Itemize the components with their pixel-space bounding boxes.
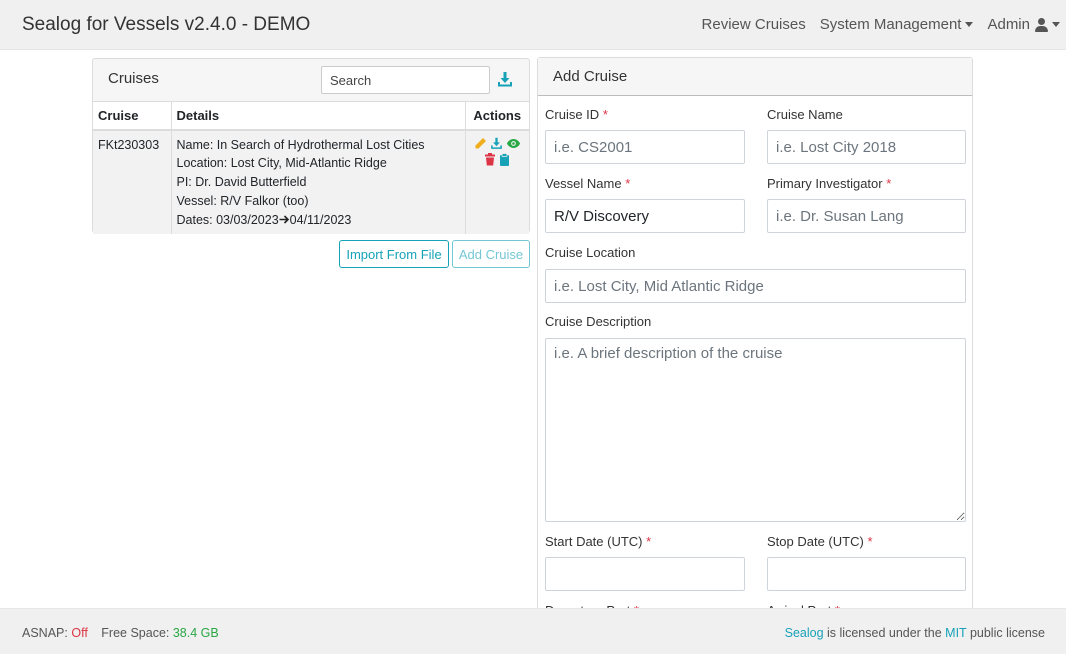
license-text-2: public license xyxy=(969,626,1045,640)
required-marker: * xyxy=(886,176,892,191)
free-space-label: Free Space: xyxy=(101,626,170,640)
asnap-status: Off xyxy=(71,626,88,640)
cruise-dates-start: Dates: 03/03/2023 xyxy=(176,212,279,227)
cruise-id-cell[interactable]: FKt230303 xyxy=(93,129,172,235)
actions-row-2 xyxy=(484,152,510,168)
add-cruise-button[interactable]: Add Cruise xyxy=(452,240,530,268)
add-cruise-title: Add Cruise xyxy=(553,68,628,85)
cruise-details-cell: Name: In Search of Hydrothermal Lost Cit… xyxy=(171,129,466,235)
nav-system-management[interactable]: System Management xyxy=(820,16,974,33)
cruise-actions-cell xyxy=(465,129,529,235)
footer: ASNAP: Off Free Space: 38.4 GB Sealog is… xyxy=(0,608,1066,654)
footer-status: ASNAP: Off Free Space: 38.4 GB xyxy=(22,626,219,640)
required-marker: * xyxy=(646,534,652,549)
cruise-description-textarea[interactable] xyxy=(545,338,966,522)
stop-date-label-text: Stop Date (UTC) xyxy=(767,534,864,549)
vessel-name-label-text: Vessel Name xyxy=(545,176,622,191)
cruise-description-label: Cruise Description xyxy=(545,314,651,329)
cruise-id-input[interactable] xyxy=(545,130,745,164)
cruise-details-location: Location: Lost City, Mid-Atlantic Ridge xyxy=(176,156,387,171)
pencil-icon[interactable] xyxy=(474,137,487,150)
nav-admin-label: Admin xyxy=(987,16,1030,33)
actions-row-1 xyxy=(474,136,521,152)
download-icon xyxy=(498,72,512,87)
trash-icon[interactable] xyxy=(484,153,496,166)
cruises-title: Cruises xyxy=(108,70,159,87)
asnap-label: ASNAP: xyxy=(22,626,68,640)
required-marker: * xyxy=(602,107,608,122)
vessel-name-input[interactable] xyxy=(545,199,745,233)
cruise-details-pi: PI: Dr. David Butterfield xyxy=(176,175,307,190)
user-icon xyxy=(1035,17,1048,32)
cruise-name-label: Cruise Name xyxy=(767,107,843,122)
actions-group xyxy=(471,136,525,168)
nav-review-cruises[interactable]: Review Cruises xyxy=(702,16,806,33)
cruises-card-header: Cruises xyxy=(93,59,529,101)
chevron-down-icon xyxy=(1052,22,1060,27)
vessel-name-label: Vessel Name * xyxy=(545,176,630,191)
footer-license: Sealog is licensed under the MIT public … xyxy=(785,626,1045,640)
cruise-details-name: Name: In Search of Hydrothermal Lost Cit… xyxy=(176,137,425,152)
required-marker: * xyxy=(625,176,631,191)
nav-review-cruises-label: Review Cruises xyxy=(701,16,806,33)
primary-investigator-label: Primary Investigator * xyxy=(767,176,891,191)
cruise-details-dates: Dates: 03/03/2023 04/11/2023 xyxy=(177,211,460,230)
stop-date-input[interactable] xyxy=(767,557,966,591)
primary-investigator-input[interactable] xyxy=(767,199,966,233)
cruise-location-label-text: Cruise Location xyxy=(545,245,636,260)
table-header-row: Cruise Details Actions xyxy=(93,101,529,131)
chevron-down-icon xyxy=(965,22,974,27)
cruise-location-input[interactable] xyxy=(545,269,966,303)
arrow-right-icon xyxy=(279,215,289,224)
start-date-label-text: Start Date (UTC) xyxy=(545,534,643,549)
cruise-location-label: Cruise Location xyxy=(545,245,635,260)
add-cruise-card: Add Cruise Cruise ID * Cruise Name Vesse… xyxy=(537,57,973,618)
add-cruise-header: Add Cruise xyxy=(538,58,972,96)
cruise-name-input[interactable] xyxy=(767,130,966,164)
cruises-card: Cruises Cruise Details Actions FKt230303… xyxy=(92,58,530,235)
cruises-table: Cruise Details Actions FKt230303 Name: I… xyxy=(93,101,529,235)
top-navbar: Sealog for Vessels v2.4.0 - DEMO Review … xyxy=(0,0,1066,50)
search-input[interactable] xyxy=(321,66,490,94)
free-space-value: 38.4 GB xyxy=(172,626,219,640)
download-all-button[interactable] xyxy=(497,71,515,89)
nav-system-management-label: System Management xyxy=(819,16,962,33)
cruise-details-vessel: Vessel: R/V Falkor (too) xyxy=(176,193,309,208)
cruise-dates-end: 04/11/2023 xyxy=(289,212,352,227)
import-from-file-button[interactable]: Import From File xyxy=(339,240,449,268)
nav-admin-menu[interactable]: Admin xyxy=(987,16,1060,33)
nav-links: Review Cruises System Management Admin xyxy=(688,16,1060,33)
column-header-actions: Actions xyxy=(465,101,529,131)
cruise-name-label-text: Cruise Name xyxy=(767,107,843,122)
required-marker: * xyxy=(867,534,873,549)
column-header-cruise: Cruise xyxy=(93,101,172,131)
start-date-input[interactable] xyxy=(545,557,745,591)
clipboard-icon[interactable] xyxy=(499,153,510,166)
eye-icon[interactable] xyxy=(506,137,521,150)
cruise-id-label: Cruise ID * xyxy=(545,107,608,122)
column-header-details: Details xyxy=(171,101,466,131)
cruise-id-label-text: Cruise ID xyxy=(545,107,600,122)
cruise-description-label-text: Cruise Description xyxy=(545,314,652,329)
download-icon[interactable] xyxy=(490,137,503,150)
sealog-link[interactable]: Sealog xyxy=(785,626,824,640)
table-row: FKt230303 Name: In Search of Hydrotherma… xyxy=(93,129,529,235)
app-brand[interactable]: Sealog for Vessels v2.4.0 - DEMO xyxy=(22,14,310,36)
license-text-1: is licensed under the xyxy=(827,626,942,640)
primary-investigator-label-text: Primary Investigator xyxy=(767,176,883,191)
start-date-label: Start Date (UTC) * xyxy=(545,534,651,549)
stop-date-label: Stop Date (UTC) * xyxy=(767,534,873,549)
mit-link[interactable]: MIT xyxy=(945,626,966,640)
